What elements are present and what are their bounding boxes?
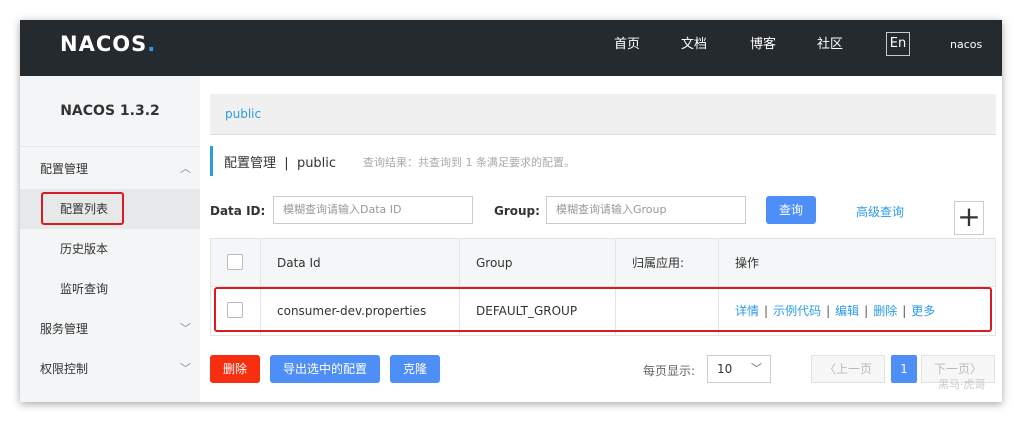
chevron-down-icon: ﹀ [180,322,191,335]
sidebar-item-label: 历史版本 [60,242,109,256]
chevron-left-icon: 〈 [823,362,836,376]
query-result-text: 查询结果：共查询到 1 条满足要求的配置。 [363,156,575,169]
data-id-label: Data ID: [210,204,266,218]
breadcrumb: public [210,94,996,135]
column-header-data-id[interactable]: Data Id [277,239,321,287]
user-name[interactable]: nacos [950,20,982,70]
column-header-app: 归属应用: [632,256,685,270]
sidebar-item-label: 配置管理 [40,162,89,176]
sidebar-divider [20,146,200,147]
advanced-query-link[interactable]: 高级查询 [856,203,904,220]
column-header-group[interactable]: Group [476,239,513,287]
prev-page-button[interactable]: 〈上一页 [811,355,885,383]
sidebar-item-service-management[interactable]: 服务管理 ﹀ [20,309,200,349]
page-size-value: 10 [717,362,733,376]
query-button[interactable]: 查询 [766,196,816,224]
next-page-label: 下一页 [933,362,970,376]
highlight-box-config-list [41,192,124,225]
breadcrumb-namespace[interactable]: public [225,107,261,121]
prev-page-label: 上一页 [836,362,873,376]
highlight-box-row [214,287,992,332]
nav-community[interactable]: 社区 [817,20,843,76]
nav-home[interactable]: 首页 [614,20,640,76]
sidebar-item-label: 权限控制 [40,362,89,376]
top-navbar: NACOS. 首页 文档 博客 社区 En nacos [20,20,1002,76]
select-all-checkbox[interactable] [227,254,243,270]
current-page-button[interactable]: 1 [891,355,917,383]
sidebar: NACOS 1.3.2 配置管理 ︿ 配置列表 历史版本 监听查询 服务管理 ﹀… [20,76,200,402]
sidebar-item-config-management[interactable]: 配置管理 ︿ [20,149,200,189]
chevron-up-icon: ︿ [180,162,191,175]
data-id-input[interactable]: 模糊查询请输入Data ID [273,196,473,224]
sidebar-item-label: 服务管理 [40,322,89,336]
language-switch[interactable]: En [886,32,910,56]
chevron-right-icon: 〉 [970,362,983,376]
page-size-label: 每页显示: [643,364,696,378]
group-label: Group: [494,204,540,218]
export-selected-button[interactable]: 导出选中的配置 [270,355,380,383]
chevron-down-icon: ﹀ [751,362,762,375]
batch-delete-button[interactable]: 删除 [210,355,260,383]
nacos-console-window: NACOS. 首页 文档 博客 社区 En nacos NACOS 1.3.2 … [20,20,1002,402]
nacos-logo[interactable]: NACOS. [60,32,156,56]
product-version: NACOS 1.3.2 [60,103,160,119]
chevron-down-icon: ﹀ [180,362,191,375]
page-size-select[interactable]: 10 ﹀ [707,355,771,383]
nav-docs[interactable]: 文档 [681,20,707,76]
group-input[interactable]: 模糊查询请输入Group [546,196,746,224]
sidebar-item-history[interactable]: 历史版本 [20,229,200,269]
clone-button[interactable]: 克隆 [390,355,440,383]
sidebar-item-listener-query[interactable]: 监听查询 [20,269,200,309]
table-header: Data Id Group 归属应用: 操作 [211,239,995,287]
sidebar-item-access-control[interactable]: 权限控制 ﹀ [20,349,200,389]
page-title-bar: 配置管理 | public 查询结果：共查询到 1 条满足要求的配置。 [210,146,575,176]
watermark: 黑马·虎哥 [938,378,986,391]
nav-blog[interactable]: 博客 [750,20,776,76]
sidebar-item-label: 监听查询 [60,282,109,296]
page-title: 配置管理 | public [224,156,337,171]
add-config-button[interactable]: + [954,201,984,235]
column-header-actions: 操作 [735,256,760,270]
